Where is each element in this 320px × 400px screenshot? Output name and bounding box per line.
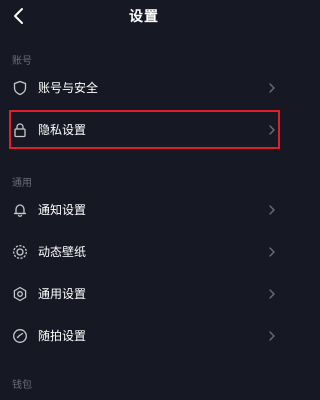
chevron-right-icon [268,288,276,300]
settings-item-general[interactable]: 通用设置 [0,274,288,314]
check-circle-icon [12,328,28,344]
settings-item-label: 动态壁纸 [38,245,87,259]
settings-item-label: 随拍设置 [38,329,87,343]
highlight-box [9,110,280,149]
settings-item-label: 账号与安全 [38,81,99,95]
page-title: 设置 [129,9,159,25]
chevron-right-icon [268,204,276,216]
settings-item-account-security[interactable]: 账号与安全 [0,68,288,108]
bell-icon [12,202,28,218]
chevron-right-icon [268,82,276,94]
wallpaper-icon [12,244,28,260]
section-header-wallet: 钱包 [12,380,32,391]
settings-item-notifications[interactable]: 通知设置 [0,190,288,230]
settings-item-capture[interactable]: 随拍设置 [0,316,288,356]
section-header-account: 账号 [12,56,32,67]
gear-icon [12,286,28,302]
shield-icon [12,80,28,96]
settings-item-wallpaper[interactable]: 动态壁纸 [0,232,288,272]
settings-item-label: 通知设置 [38,203,87,217]
chevron-right-icon [268,246,276,258]
settings-item-label: 通用设置 [38,287,87,301]
settings-screen: 设置 账号 账号与安全 隐私设置 通用 通知设置 动态壁纸 通用设置 随拍设置 … [0,0,288,400]
navbar: 设置 [0,0,288,34]
chevron-right-icon [268,330,276,342]
section-header-general: 通用 [12,178,32,189]
